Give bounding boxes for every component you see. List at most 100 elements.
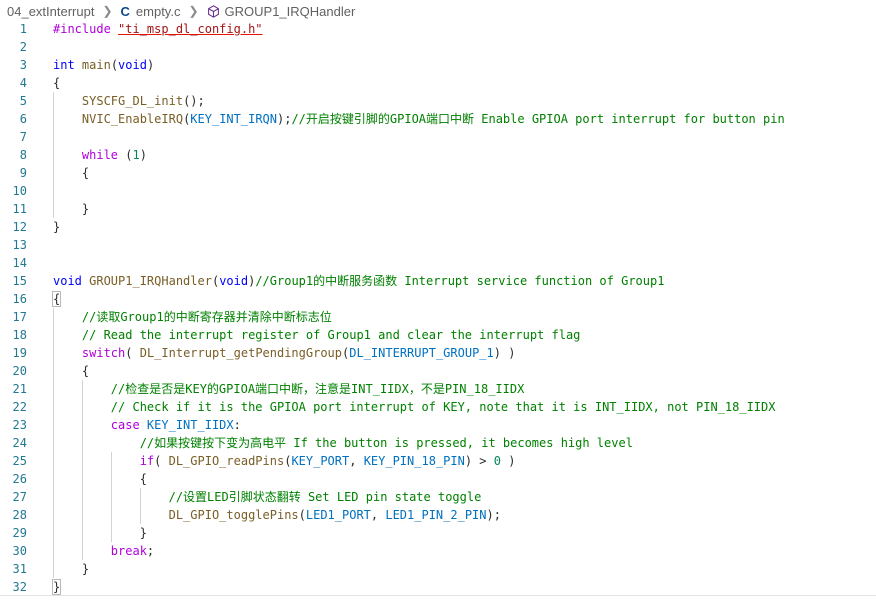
code-line[interactable]: 15 void GROUP1_IRQHandler(void)//Group1的中… bbox=[0, 272, 876, 290]
code-line[interactable]: 22 // Check if it is the GPIOA port inte… bbox=[0, 398, 876, 416]
code-text: while (1) bbox=[53, 146, 147, 164]
line-number: 16 bbox=[12, 292, 27, 306]
line-number: 10 bbox=[12, 184, 27, 198]
code-line[interactable]: 11 } bbox=[0, 200, 876, 218]
code-token: ) bbox=[139, 148, 147, 162]
chevron-right-icon: ❯ bbox=[102, 4, 113, 18]
code-line[interactable]: 8 while (1) bbox=[0, 146, 876, 164]
line-number: 24 bbox=[12, 436, 27, 450]
code-token: ) bbox=[500, 454, 516, 468]
code-token: ) > bbox=[464, 454, 494, 468]
code-token: { bbox=[53, 364, 90, 378]
code-text: } bbox=[53, 524, 147, 542]
code-line[interactable]: 16 { bbox=[0, 290, 876, 308]
code-line[interactable]: 9 { bbox=[0, 164, 876, 182]
code-line[interactable]: 18 // Read the interrupt register of Gro… bbox=[0, 326, 876, 344]
line-number: 1 bbox=[19, 22, 27, 36]
code-line[interactable]: 17 //读取Group1的中断寄存器并清除中断标志位 bbox=[0, 308, 876, 326]
code-token: } bbox=[53, 562, 90, 576]
line-number: 9 bbox=[19, 166, 27, 180]
code-text: //读取Group1的中断寄存器并清除中断标志位 bbox=[53, 308, 332, 326]
code-token: { bbox=[53, 76, 61, 90]
code-text: { bbox=[53, 362, 89, 380]
code-line[interactable]: 2 bbox=[0, 38, 876, 56]
code-token: DL_GPIO_readPins bbox=[168, 454, 285, 468]
code-token: if bbox=[139, 454, 155, 468]
line-number: 28 bbox=[12, 508, 27, 522]
code-token: : bbox=[233, 418, 241, 432]
code-token: { bbox=[53, 166, 90, 180]
code-token: switch bbox=[81, 346, 126, 360]
code-token: ( bbox=[110, 58, 119, 72]
code-line[interactable]: 32} bbox=[0, 578, 876, 596]
code-line[interactable]: 1 #include "ti_msp_dl_config.h" bbox=[0, 20, 876, 38]
code-text: //设置LED引脚状态翻转 Set LED pin state toggle bbox=[53, 488, 482, 506]
line-number: 19 bbox=[12, 346, 27, 360]
code-token: KEY_INT_IRQN bbox=[190, 112, 277, 126]
code-token: //Group1的中断服务函数 Interrupt service functi… bbox=[255, 274, 665, 288]
code-line[interactable]: 24 //如果按键按下变为高电平 If the button is presse… bbox=[0, 434, 876, 452]
code-text: } bbox=[53, 560, 89, 578]
code-line[interactable]: 29 } bbox=[0, 524, 876, 542]
line-number: 18 bbox=[12, 328, 27, 342]
line-number: 30 bbox=[12, 544, 27, 558]
code-line[interactable]: 12} bbox=[0, 218, 876, 236]
code-line[interactable]: 27 //设置LED引脚状态翻转 Set LED pin state toggl… bbox=[0, 488, 876, 506]
code-line[interactable]: 3 int main(void) bbox=[0, 56, 876, 74]
code-line[interactable]: 6 NVIC_EnableIRQ(KEY_INT_IRQN);//开启按键引脚的… bbox=[0, 110, 876, 128]
code-text: int main(void) bbox=[53, 56, 154, 74]
code-text: break; bbox=[53, 542, 154, 560]
code-line[interactable]: 5 SYSCFG_DL_init(); bbox=[0, 92, 876, 110]
code-token: } bbox=[53, 220, 61, 234]
breadcrumb-folder[interactable]: 04_extInterrupt bbox=[7, 4, 94, 19]
line-number: 32 bbox=[12, 580, 27, 594]
code-line[interactable]: 26 { bbox=[0, 470, 876, 488]
code-token: 0 bbox=[493, 454, 501, 468]
indent-guide bbox=[53, 182, 54, 200]
breadcrumb-symbol[interactable]: GROUP1_IRQHandler bbox=[225, 4, 356, 19]
code-line[interactable]: 4{ bbox=[0, 74, 876, 92]
code-line[interactable]: 13 bbox=[0, 236, 876, 254]
code-line[interactable]: 23 case KEY_INT_IIDX: bbox=[0, 416, 876, 434]
code-text: // Read the interrupt register of Group1… bbox=[53, 326, 581, 344]
code-line[interactable]: 31 } bbox=[0, 560, 876, 578]
code-line[interactable]: 10 bbox=[0, 182, 876, 200]
line-number: 3 bbox=[19, 58, 27, 72]
breadcrumb-file[interactable]: empty.c bbox=[136, 4, 181, 19]
code-text: } bbox=[53, 218, 60, 236]
line-number: 29 bbox=[12, 526, 27, 540]
line-number: 27 bbox=[12, 490, 27, 504]
code-line[interactable]: 30 break; bbox=[0, 542, 876, 560]
code-text: if( DL_GPIO_readPins(KEY_PORT, KEY_PIN_1… bbox=[53, 452, 516, 470]
code-line[interactable]: 19 switch( DL_Interrupt_getPendingGroup(… bbox=[0, 344, 876, 362]
chevron-right-icon: ❯ bbox=[188, 4, 199, 18]
code-token: , bbox=[370, 508, 386, 522]
line-number: 25 bbox=[12, 454, 27, 468]
code-line[interactable]: 14 bbox=[0, 254, 876, 272]
code-line[interactable]: 20 { bbox=[0, 362, 876, 380]
code-line[interactable]: 21 //检查是否是KEY的GPIOA端口中断，注意是INT_IIDX，不是PI… bbox=[0, 380, 876, 398]
breadcrumb: 04_extInterrupt ❯ C empty.c ❯ GROUP1_IRQ… bbox=[0, 0, 876, 22]
line-number: 23 bbox=[12, 418, 27, 432]
code-line[interactable]: 25 if( DL_GPIO_readPins(KEY_PORT, KEY_PI… bbox=[0, 452, 876, 470]
code-line[interactable]: 7 bbox=[0, 128, 876, 146]
line-number: 7 bbox=[19, 130, 27, 144]
code-line[interactable]: 28 DL_GPIO_togglePins(LED1_PORT, LED1_PI… bbox=[0, 506, 876, 524]
code-token: LED1_PORT bbox=[305, 508, 371, 522]
code-text: NVIC_EnableIRQ(KEY_INT_IRQN);//开启按键引脚的GP… bbox=[53, 110, 785, 128]
code-token: KEY_INT_IIDX bbox=[146, 418, 234, 432]
code-token: DL_INTERRUPT_GROUP_1 bbox=[349, 346, 494, 360]
code-text: DL_GPIO_togglePins(LED1_PORT, LED1_PIN_2… bbox=[53, 506, 501, 524]
code-editor[interactable]: 1 #include "ti_msp_dl_config.h" 2 3 int main… bbox=[0, 20, 876, 596]
code-token: DL_GPIO_togglePins bbox=[168, 508, 299, 522]
line-number: 17 bbox=[12, 310, 27, 324]
code-token: 1 bbox=[132, 148, 140, 162]
